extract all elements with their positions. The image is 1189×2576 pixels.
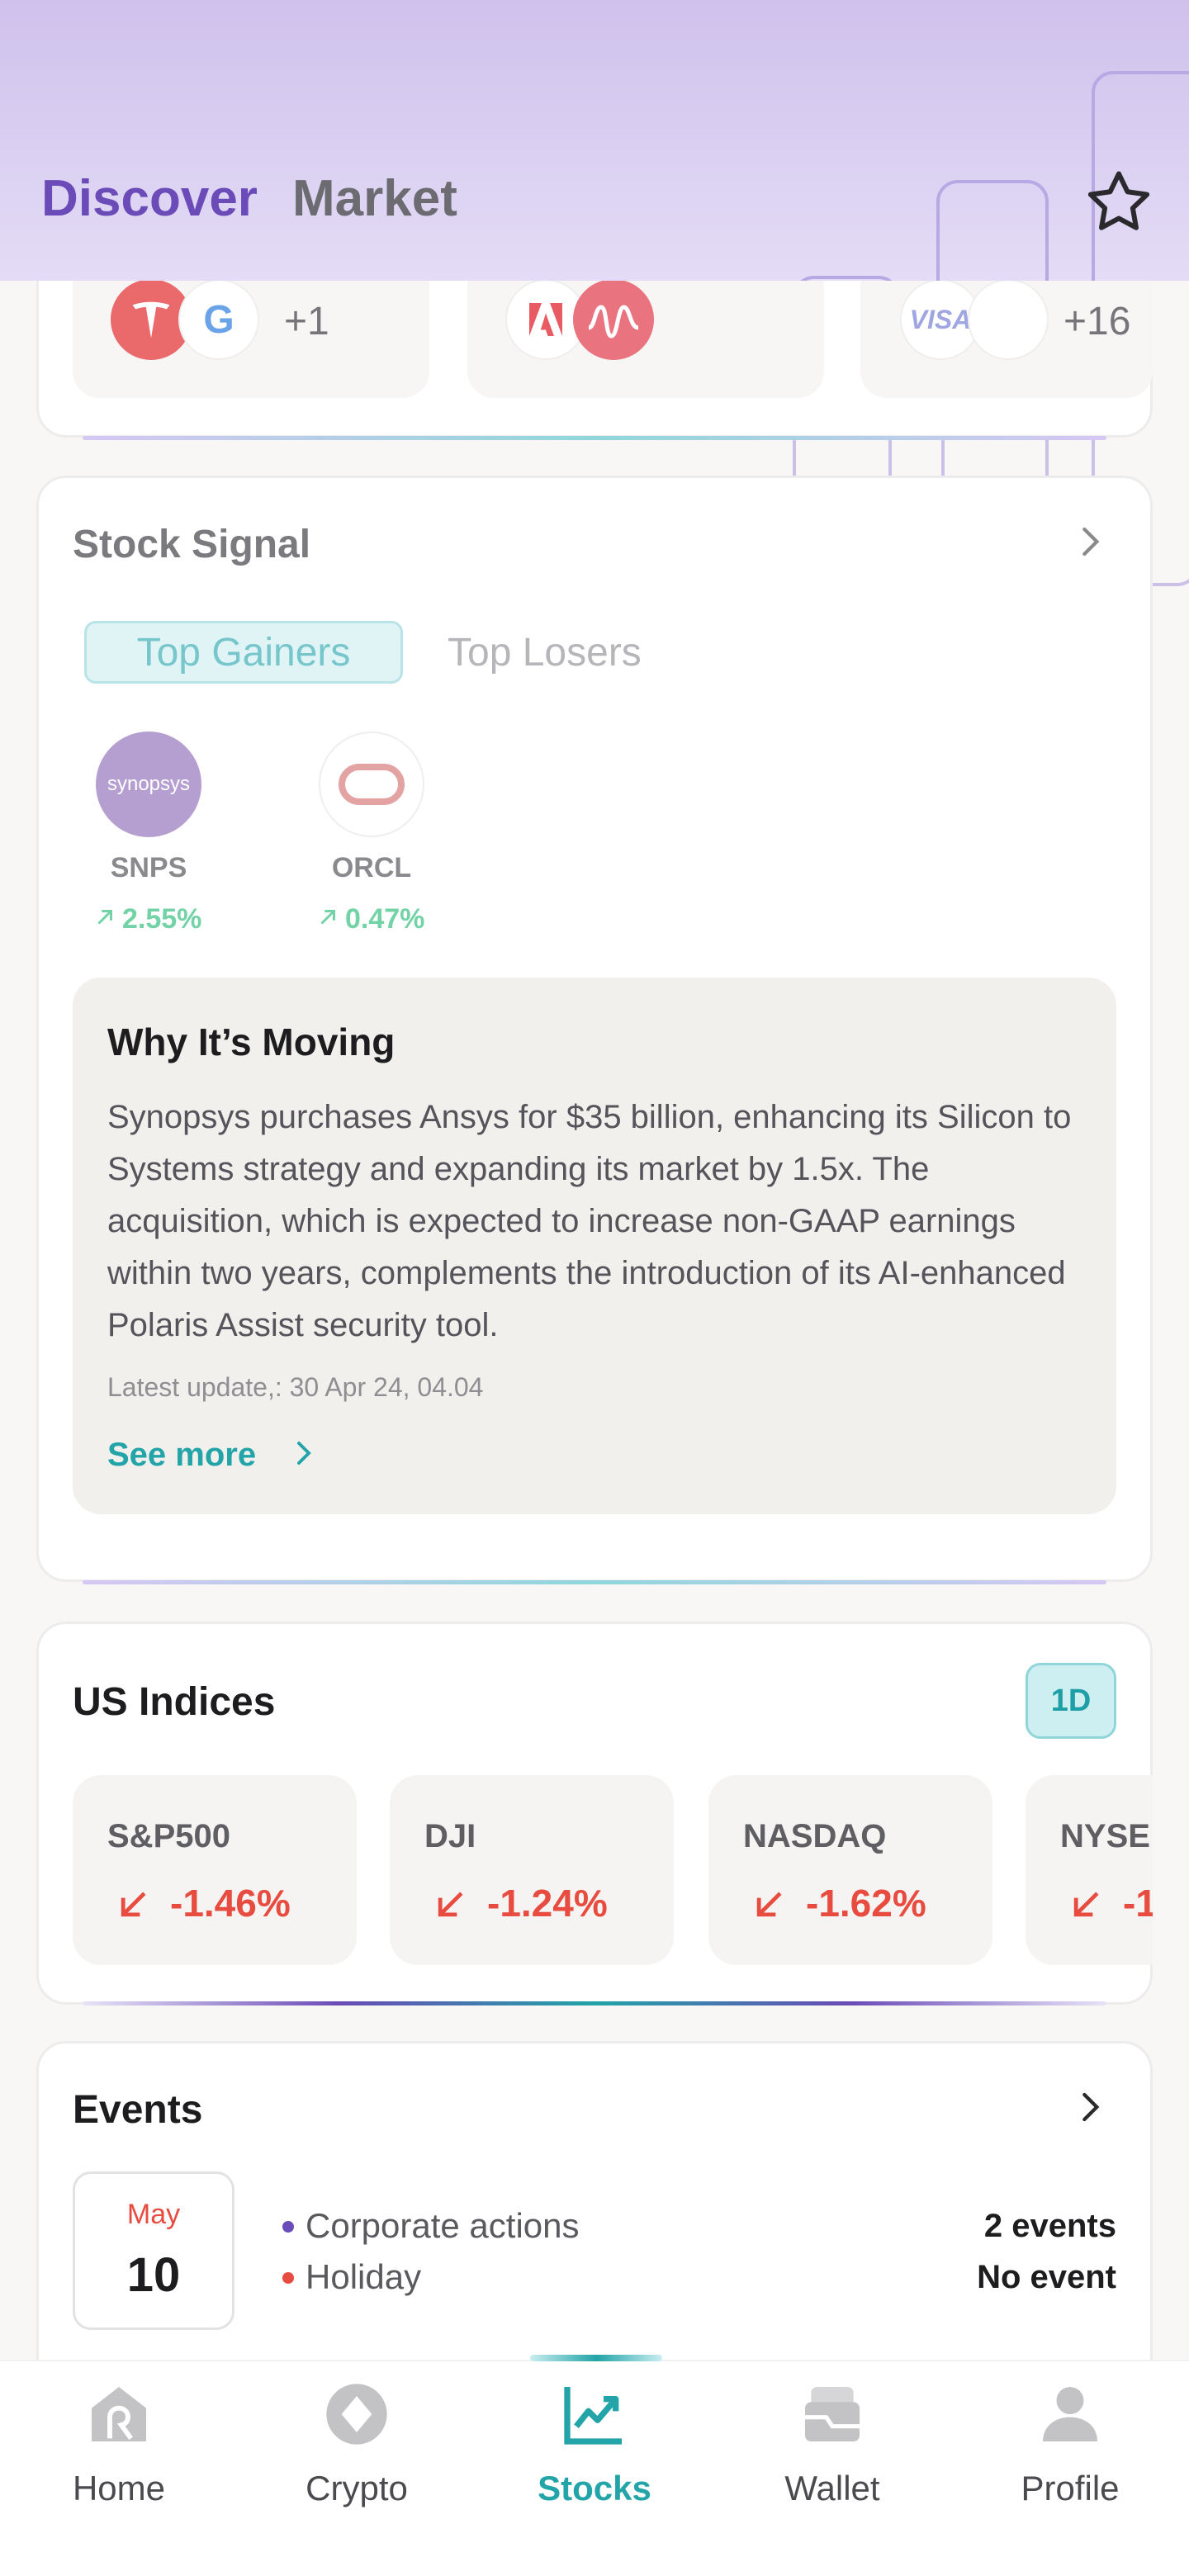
pulse-logo-icon	[573, 279, 654, 360]
nav-label: Profile	[1021, 2469, 1120, 2507]
latest-update: Latest update,: 30 Apr 24, 04.04	[107, 1372, 484, 1402]
index-tile[interactable]	[73, 1775, 357, 1965]
index-change: -1.62%	[806, 1882, 926, 1925]
home-icon	[92, 2387, 146, 2441]
index-change: -1.24%	[487, 1882, 608, 1925]
stock-change: 2.55%	[122, 903, 202, 935]
nav-label: Crypto	[306, 2469, 408, 2507]
event-count: 2 events	[983, 2208, 1116, 2244]
crypto-icon	[326, 2384, 387, 2445]
card-underline	[83, 1580, 1106, 1584]
event-label: Corporate actions	[306, 2206, 580, 2245]
nav-home[interactable]: Home	[36, 2378, 201, 2543]
visa-logo-text: VISA	[909, 304, 972, 334]
events-title: Events	[73, 2088, 203, 2132]
stock-signal-title: Stock Signal	[73, 523, 311, 566]
index-change: -1	[1123, 1882, 1153, 1925]
oracle-logo[interactable]	[319, 732, 424, 837]
event-label: Holiday	[306, 2257, 422, 2296]
synopsys-logo[interactable]: synopsys	[96, 732, 201, 837]
index-name: NASDAQ	[743, 1818, 887, 1854]
nav-label: Wallet	[784, 2469, 880, 2507]
chevron-right-icon[interactable]	[1073, 525, 1106, 558]
nav-label: Home	[72, 2469, 166, 2507]
synopsys-logo-text: synopsys	[107, 773, 191, 795]
see-more-link[interactable]: See more	[107, 1437, 256, 1474]
wallet-icon	[805, 2387, 860, 2441]
profile-icon	[1043, 2387, 1097, 2441]
tab-top-losers[interactable]: Top Losers	[448, 621, 642, 684]
index-name: NYSE	[1060, 1818, 1150, 1854]
arrow-down-left-icon	[1073, 1892, 1099, 1917]
stocks-icon	[564, 2387, 622, 2445]
event-count: No event	[977, 2259, 1116, 2295]
arrow-down-left-icon	[756, 1892, 782, 1917]
holiday-dot	[282, 2272, 294, 2284]
stock-ticker: SNPS	[110, 852, 187, 883]
nav-label: Stocks	[538, 2469, 651, 2507]
index-name: S&P500	[107, 1818, 230, 1854]
card-underline	[83, 2001, 1106, 2005]
arrow-up-right-icon	[320, 910, 335, 925]
oracle-logo-shape	[339, 764, 405, 805]
corporate-actions-dot	[282, 2221, 294, 2233]
more-count: +1	[284, 300, 329, 343]
card-underline	[83, 436, 1106, 440]
index-tile[interactable]	[1026, 1775, 1153, 1965]
event-month: May	[126, 2199, 181, 2230]
us-indices-title: US Indices	[73, 1680, 276, 1724]
why-moving-title: Why It’s Moving	[107, 1020, 396, 1063]
index-change: -1.46%	[170, 1882, 291, 1925]
index-tile[interactable]	[708, 1775, 992, 1965]
chevron-right-icon[interactable]	[1073, 2091, 1106, 2124]
stock-change: 0.47%	[345, 903, 425, 935]
tab-market[interactable]: Market	[292, 169, 457, 228]
stock-ticker: ORCL	[331, 852, 412, 883]
blank-logo-icon	[968, 279, 1049, 360]
nav-wallet[interactable]: Wallet	[750, 2378, 915, 2543]
arrow-up-right-icon	[97, 910, 112, 925]
index-tile[interactable]	[390, 1775, 674, 1965]
nav-profile[interactable]: Profile	[988, 2378, 1153, 2543]
why-moving-body: Synopsys purchases Ansys for $35 billion…	[107, 1099, 1072, 1343]
chevron-right-icon[interactable]	[289, 1438, 319, 1468]
nav-stocks[interactable]: Stocks	[512, 2378, 677, 2543]
favorite-star-icon[interactable]	[1082, 165, 1156, 239]
top-header: Discover Market	[0, 0, 1189, 281]
background-decoration	[936, 180, 1049, 281]
nav-crypto[interactable]: Crypto	[274, 2378, 439, 2543]
more-count: +16	[1063, 300, 1131, 343]
arrow-down-left-icon	[121, 1892, 146, 1917]
google-logo-icon: G	[178, 279, 259, 360]
discover-screen: Discover Market G +1 VISA +16 Stock Sign…	[0, 0, 1189, 2576]
nav-active-indicator	[530, 2355, 662, 2361]
tab-discover[interactable]: Discover	[41, 169, 258, 228]
timeframe-badge[interactable]: 1D	[1026, 1663, 1116, 1739]
index-name: DJI	[424, 1818, 476, 1854]
tab-top-gainers[interactable]: Top Gainers	[84, 621, 403, 684]
background-decoration	[793, 276, 900, 281]
arrow-down-left-icon	[438, 1892, 463, 1917]
event-day: 10	[126, 2248, 181, 2302]
